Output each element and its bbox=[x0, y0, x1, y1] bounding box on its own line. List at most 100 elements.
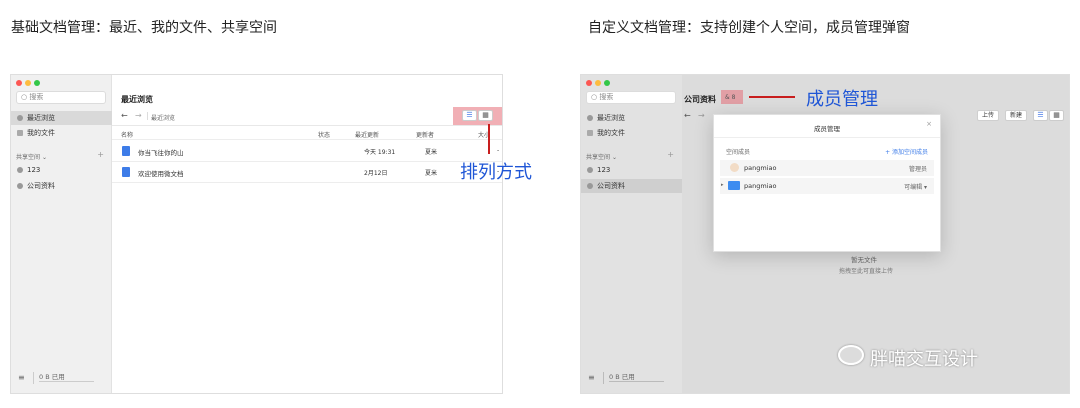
search-icon: ○ bbox=[591, 93, 598, 101]
right-app-window: ○ 搜索 最近浏览 我的文件 共享空间 ⌄ + 123 公司资料 ≡ 0 B 已… bbox=[580, 74, 1070, 394]
search-input[interactable]: ○ 搜索 bbox=[586, 91, 676, 104]
sidebar-item-label: 我的文件 bbox=[597, 129, 625, 137]
grid-view-button[interactable]: ▦ bbox=[1049, 110, 1064, 121]
new-button[interactable]: 新建 bbox=[1005, 110, 1027, 121]
modal-title: 成员管理 bbox=[814, 125, 840, 133]
column-header-status[interactable]: 状态 bbox=[318, 130, 330, 139]
folder-icon bbox=[728, 181, 740, 190]
watermark-text: 胖喵交互设计 bbox=[870, 349, 978, 370]
clock-icon bbox=[17, 115, 23, 121]
divider bbox=[603, 372, 604, 384]
zoom-window-button[interactable] bbox=[34, 80, 40, 86]
grid-view-button[interactable]: ▦ bbox=[478, 110, 493, 121]
list-view-button[interactable]: ☰ bbox=[1033, 110, 1048, 121]
sidebar-item-my-files[interactable]: 我的文件 bbox=[11, 126, 112, 140]
document-icon bbox=[122, 167, 130, 177]
close-icon[interactable]: × bbox=[926, 120, 932, 128]
file-updated: 2月12日 bbox=[364, 170, 388, 177]
file-size: - bbox=[497, 147, 500, 154]
breadcrumb: 最近浏览 bbox=[151, 115, 176, 122]
add-space-button[interactable]: + bbox=[667, 150, 674, 159]
divider bbox=[147, 112, 148, 120]
annotation-sort-mode: 排列方式 bbox=[460, 162, 532, 183]
shared-space-header[interactable]: 共享空间 ⌄ bbox=[16, 152, 47, 161]
right-caption: 自定义文档管理：支持创建个人空间，成员管理弹窗 bbox=[588, 20, 910, 36]
avatar bbox=[730, 163, 739, 172]
sidebar-item-label: 最近浏览 bbox=[27, 114, 55, 122]
forward-arrow-icon[interactable]: → bbox=[698, 111, 705, 120]
storage-text: 0 B 已用 bbox=[609, 373, 635, 381]
file-updater: 夏米 bbox=[425, 170, 438, 177]
table-row[interactable]: 你当飞往你的山 今天 19:31 夏米 - bbox=[112, 141, 502, 161]
annotation-pointer-line bbox=[488, 124, 490, 154]
file-updater: 夏米 bbox=[425, 149, 438, 156]
close-window-button[interactable] bbox=[586, 80, 592, 86]
sidebar-item-label: 我的文件 bbox=[27, 129, 55, 137]
shared-space-label: 共享空间 bbox=[586, 154, 611, 161]
upload-button[interactable]: 上传 bbox=[977, 110, 999, 121]
expand-arrow-icon[interactable]: ▸ bbox=[721, 182, 724, 188]
sidebar-item-space-123[interactable]: 123 bbox=[11, 163, 112, 177]
sidebar-item-space-123[interactable]: 123 bbox=[581, 163, 682, 177]
sidebar-item-company[interactable]: 公司资料 bbox=[581, 179, 682, 193]
member-role: 管理员 bbox=[908, 166, 927, 173]
empty-state-title: 暂无文件 bbox=[851, 256, 877, 264]
add-space-button[interactable]: + bbox=[97, 150, 104, 159]
file-updated: 今天 19:31 bbox=[364, 149, 396, 156]
storage-indicator: ≡ 0 B 已用 bbox=[581, 371, 682, 385]
member-management-modal: 成员管理 × 空间成员 + 添加空间成员 pangmiao 管理员 ▸ pang… bbox=[713, 114, 941, 252]
close-window-button[interactable] bbox=[16, 80, 22, 86]
list-view-button[interactable]: ☰ bbox=[462, 110, 477, 121]
toolbar-divider bbox=[112, 125, 502, 126]
member-row[interactable]: pangmiao 管理员 bbox=[720, 160, 934, 176]
column-header-name[interactable]: 名称 bbox=[121, 130, 133, 139]
column-header-updater[interactable]: 更新者 bbox=[416, 130, 434, 139]
add-member-button[interactable]: + 添加空间成员 bbox=[885, 147, 928, 156]
left-sidebar: ○ 搜索 最近浏览 我的文件 共享空间 ⌄ + 123 公司资料 ≡ 0 B 已… bbox=[11, 75, 112, 393]
member-role-dropdown[interactable]: 可编辑 ▾ bbox=[904, 182, 927, 191]
left-caption: 基础文档管理：最近、我的文件、共享空间 bbox=[11, 20, 277, 36]
shared-space-label: 共享空间 bbox=[16, 154, 41, 161]
storage-text: 0 B 已用 bbox=[39, 373, 65, 381]
sidebar-item-recent[interactable]: 最近浏览 bbox=[11, 111, 112, 125]
forward-arrow-icon[interactable]: → bbox=[135, 111, 142, 120]
storage-bar bbox=[39, 381, 94, 382]
wechat-icon bbox=[838, 345, 864, 365]
shared-space-header[interactable]: 共享空间 ⌄ bbox=[586, 152, 617, 161]
back-arrow-icon[interactable]: ← bbox=[684, 111, 691, 120]
search-input[interactable]: ○ 搜索 bbox=[16, 91, 106, 104]
annotation-member-management: 成员管理 bbox=[806, 89, 878, 110]
document-icon bbox=[122, 146, 130, 156]
menu-icon[interactable]: ≡ bbox=[588, 373, 595, 382]
right-sidebar: ○ 搜索 最近浏览 我的文件 共享空间 ⌄ + 123 公司资料 ≡ 0 B 已… bbox=[581, 75, 682, 393]
empty-state-hint: 拖拽至此可直接上传 bbox=[839, 268, 894, 275]
menu-icon[interactable]: ≡ bbox=[18, 373, 25, 382]
space-members-label: 空间成员 bbox=[726, 149, 751, 156]
member-count-badge[interactable]: & 8 bbox=[725, 94, 735, 101]
table-row[interactable]: 欢迎使用微文档 2月12日 夏米 - bbox=[112, 162, 502, 182]
sidebar-item-label: 123 bbox=[27, 166, 41, 174]
member-name: pangmiao bbox=[744, 182, 777, 190]
minimize-window-button[interactable] bbox=[595, 80, 601, 86]
storage-indicator: ≡ 0 B 已用 bbox=[11, 371, 112, 385]
sidebar-item-my-files[interactable]: 我的文件 bbox=[581, 126, 682, 140]
minimize-window-button[interactable] bbox=[25, 80, 31, 86]
back-arrow-icon[interactable]: ← bbox=[121, 111, 128, 120]
page-title: 最近浏览 bbox=[121, 95, 153, 104]
clock-icon bbox=[587, 115, 593, 121]
sidebar-item-company[interactable]: 公司资料 bbox=[11, 179, 112, 193]
chevron-down-icon: ⌄ bbox=[611, 154, 617, 161]
space-icon bbox=[587, 167, 593, 173]
sidebar-item-label: 最近浏览 bbox=[597, 114, 625, 122]
annotation-pointer-line bbox=[749, 96, 795, 98]
member-row[interactable]: ▸ pangmiao 可编辑 ▾ bbox=[720, 178, 934, 194]
column-header-updated[interactable]: 最近更新 bbox=[355, 130, 379, 139]
sidebar-item-recent[interactable]: 最近浏览 bbox=[581, 111, 682, 125]
sidebar-item-label: 123 bbox=[597, 166, 611, 174]
row-divider bbox=[112, 182, 502, 183]
file-name: 欢迎使用微文档 bbox=[138, 170, 184, 178]
sidebar-item-label: 公司资料 bbox=[27, 182, 55, 190]
zoom-window-button[interactable] bbox=[604, 80, 610, 86]
space-icon bbox=[17, 183, 23, 189]
page-title: 公司资料 bbox=[684, 95, 716, 104]
